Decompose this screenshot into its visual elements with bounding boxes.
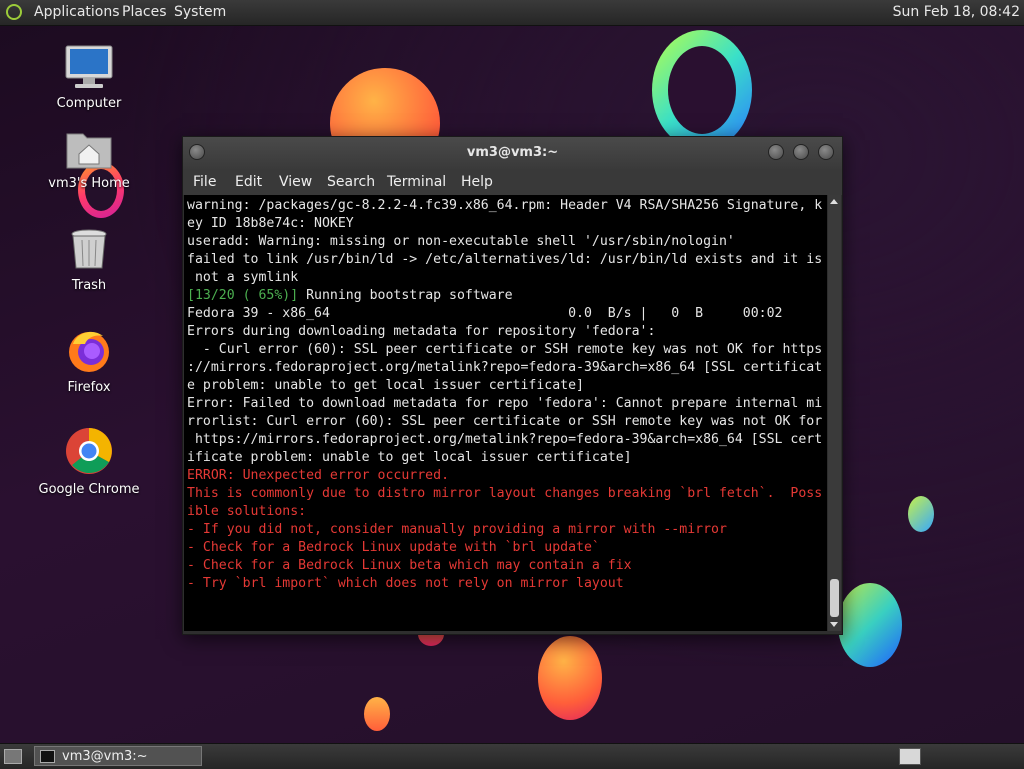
terminal-window: vm3@vm3:~ File Edit View Search Terminal… <box>182 136 843 635</box>
distro-logo-icon[interactable] <box>6 4 22 20</box>
wallpaper-pink-oval <box>538 636 602 720</box>
terminal-line-text: ey ID 18b8e74c: NOKEY <box>187 216 354 231</box>
taskbar-item-label: vm3@vm3:~ <box>62 749 148 764</box>
terminal-line: - Curl error (60): SSL peer certificate … <box>187 341 827 359</box>
terminal-output[interactable]: warning: /packages/gc-8.2.2-4.fc39.x86_6… <box>184 195 827 631</box>
terminal-line: ey ID 18b8e74c: NOKEY <box>187 215 827 233</box>
terminal-line: - If you did not, consider manually prov… <box>187 521 827 539</box>
trash-icon <box>71 229 107 269</box>
desktop-icon-label: Firefox <box>67 380 111 395</box>
menu-terminal[interactable]: Terminal <box>387 169 446 195</box>
wallpaper-small-oval <box>908 496 934 532</box>
folder-home-icon <box>66 133 112 169</box>
scrollbar-thumb[interactable] <box>830 579 839 617</box>
terminal-line: [13/20 ( 65%)] Running bootstrap softwar… <box>187 287 827 305</box>
desktop-icon-label: Google Chrome <box>38 482 140 497</box>
system-menu[interactable]: System <box>172 0 228 25</box>
terminal-line-text: - Check for a Bedrock Linux beta which m… <box>187 558 632 573</box>
close-icon[interactable] <box>818 144 834 160</box>
desktop-icon-computer[interactable]: Computer <box>34 44 144 111</box>
terminal-line-text: ERROR: Unexpected error occurred. <box>187 468 450 483</box>
terminal-line: - Check for a Bedrock Linux update with … <box>187 539 827 557</box>
window-title: vm3@vm3:~ <box>466 145 559 160</box>
terminal-line: ificate problem: unable to get local iss… <box>187 449 827 467</box>
terminal-line-text: This is commonly due to distro mirror la… <box>187 486 823 501</box>
window-titlebar[interactable]: vm3@vm3:~ <box>183 137 842 169</box>
desktop-icon-chrome[interactable]: Google Chrome <box>34 426 144 497</box>
clock[interactable]: Sun Feb 18, 08:42 <box>893 0 1020 25</box>
minimize-icon[interactable] <box>768 144 784 160</box>
terminal-line-text: rrorlist: Curl error (60): SSL peer cert… <box>187 414 823 429</box>
desktop-icon-trash[interactable]: Trash <box>34 228 144 293</box>
taskbar-item-terminal[interactable]: vm3@vm3:~ <box>34 746 202 766</box>
terminal-line-text: not a symlink <box>187 270 299 285</box>
terminal-line-text: e problem: unable to get local issuer ce… <box>187 378 584 393</box>
terminal-line: ible solutions: <box>187 503 827 521</box>
terminal-line: https://mirrors.fedoraproject.org/metali… <box>187 431 827 449</box>
terminal-line-text: failed to link /usr/bin/ld -> /etc/alter… <box>187 252 823 267</box>
terminal-line: Fedora 39 - x86_64 0.0 B/s | 0 B 00:02 <box>187 305 827 323</box>
top-panel: Applications Places System Sun Feb 18, 0… <box>0 0 1024 26</box>
terminal-line-text: Errors during downloading metadata for r… <box>187 324 656 339</box>
terminal-line-text: warning: /packages/gc-8.2.2-4.fc39.x86_6… <box>187 198 823 213</box>
places-menu[interactable]: Places <box>120 0 169 25</box>
terminal-line-text: - Curl error (60): SSL peer certificate … <box>187 342 823 357</box>
terminal-line-text: https://mirrors.fedoraproject.org/metali… <box>187 432 823 447</box>
workspace-switcher[interactable] <box>899 748 921 765</box>
terminal-line: - Check for a Bedrock Linux beta which m… <box>187 557 827 575</box>
wallpaper-ring <box>652 30 752 150</box>
terminal-line: failed to link /usr/bin/ld -> /etc/alter… <box>187 251 827 269</box>
terminal-line: e problem: unable to get local issuer ce… <box>187 377 827 395</box>
terminal-line-text: - Check for a Bedrock Linux update with … <box>187 540 600 555</box>
computer-icon <box>65 45 113 88</box>
desktop-icon-home[interactable]: vm3's Home <box>34 128 144 191</box>
terminal-scrollbar[interactable] <box>828 195 841 631</box>
maximize-icon[interactable] <box>793 144 809 160</box>
scroll-up-icon[interactable] <box>830 199 838 204</box>
terminal-line: - Try `brl import` which does not rely o… <box>187 575 827 593</box>
terminal-line: rrorlist: Curl error (60): SSL peer cert… <box>187 413 827 431</box>
desktop-icon-label: vm3's Home <box>48 176 130 191</box>
terminal-line: not a symlink <box>187 269 827 287</box>
terminal-line-text: useradd: Warning: missing or non-executa… <box>187 234 735 249</box>
menu-edit[interactable]: Edit <box>235 169 262 195</box>
terminal-line-text: Error: Failed to download metadata for r… <box>187 396 823 411</box>
chrome-icon <box>66 428 112 474</box>
progress-prefix: [13/20 ( 65%)] <box>187 288 299 303</box>
terminal-line-text: - Try `brl import` which does not rely o… <box>187 576 624 591</box>
scroll-down-icon[interactable] <box>830 622 838 627</box>
menu-help[interactable]: Help <box>461 169 493 195</box>
terminal-line: This is commonly due to distro mirror la… <box>187 485 827 503</box>
desktop-icon-label: Trash <box>71 278 107 293</box>
terminal-icon <box>40 750 55 763</box>
menu-view[interactable]: View <box>279 169 312 195</box>
terminal-line: Error: Failed to download metadata for r… <box>187 395 827 413</box>
window-menu-icon[interactable] <box>189 144 205 160</box>
desktop-icon-firefox[interactable]: Firefox <box>34 326 144 395</box>
show-desktop-icon[interactable] <box>4 749 22 764</box>
terminal-line-text: ificate problem: unable to get local iss… <box>187 450 632 465</box>
menu-search[interactable]: Search <box>327 169 375 195</box>
wallpaper-tiny-oval <box>364 697 390 731</box>
terminal-line-text: - If you did not, consider manually prov… <box>187 522 727 537</box>
firefox-icon <box>69 331 109 372</box>
terminal-menubar: File Edit View Search Terminal Help <box>183 169 842 195</box>
terminal-line: warning: /packages/gc-8.2.2-4.fc39.x86_6… <box>187 197 827 215</box>
wallpaper-green-blue-oval <box>838 583 902 667</box>
terminal-line-text: ible solutions: <box>187 504 307 519</box>
terminal-line: ://mirrors.fedoraproject.org/metalink?re… <box>187 359 827 377</box>
terminal-line-text: ://mirrors.fedoraproject.org/metalink?re… <box>187 360 823 375</box>
desktop-icon-label: Computer <box>56 96 122 111</box>
terminal-line: ERROR: Unexpected error occurred. <box>187 467 827 485</box>
menu-file[interactable]: File <box>193 169 216 195</box>
applications-menu[interactable]: Applications <box>32 0 122 25</box>
terminal-line: useradd: Warning: missing or non-executa… <box>187 233 827 251</box>
terminal-line: Errors during downloading metadata for r… <box>187 323 827 341</box>
terminal-line-text: Running bootstrap software <box>298 288 513 303</box>
bottom-panel: vm3@vm3:~ <box>0 743 1024 769</box>
terminal-line-text: Fedora 39 - x86_64 0.0 B/s | 0 B 00:02 <box>187 306 783 321</box>
